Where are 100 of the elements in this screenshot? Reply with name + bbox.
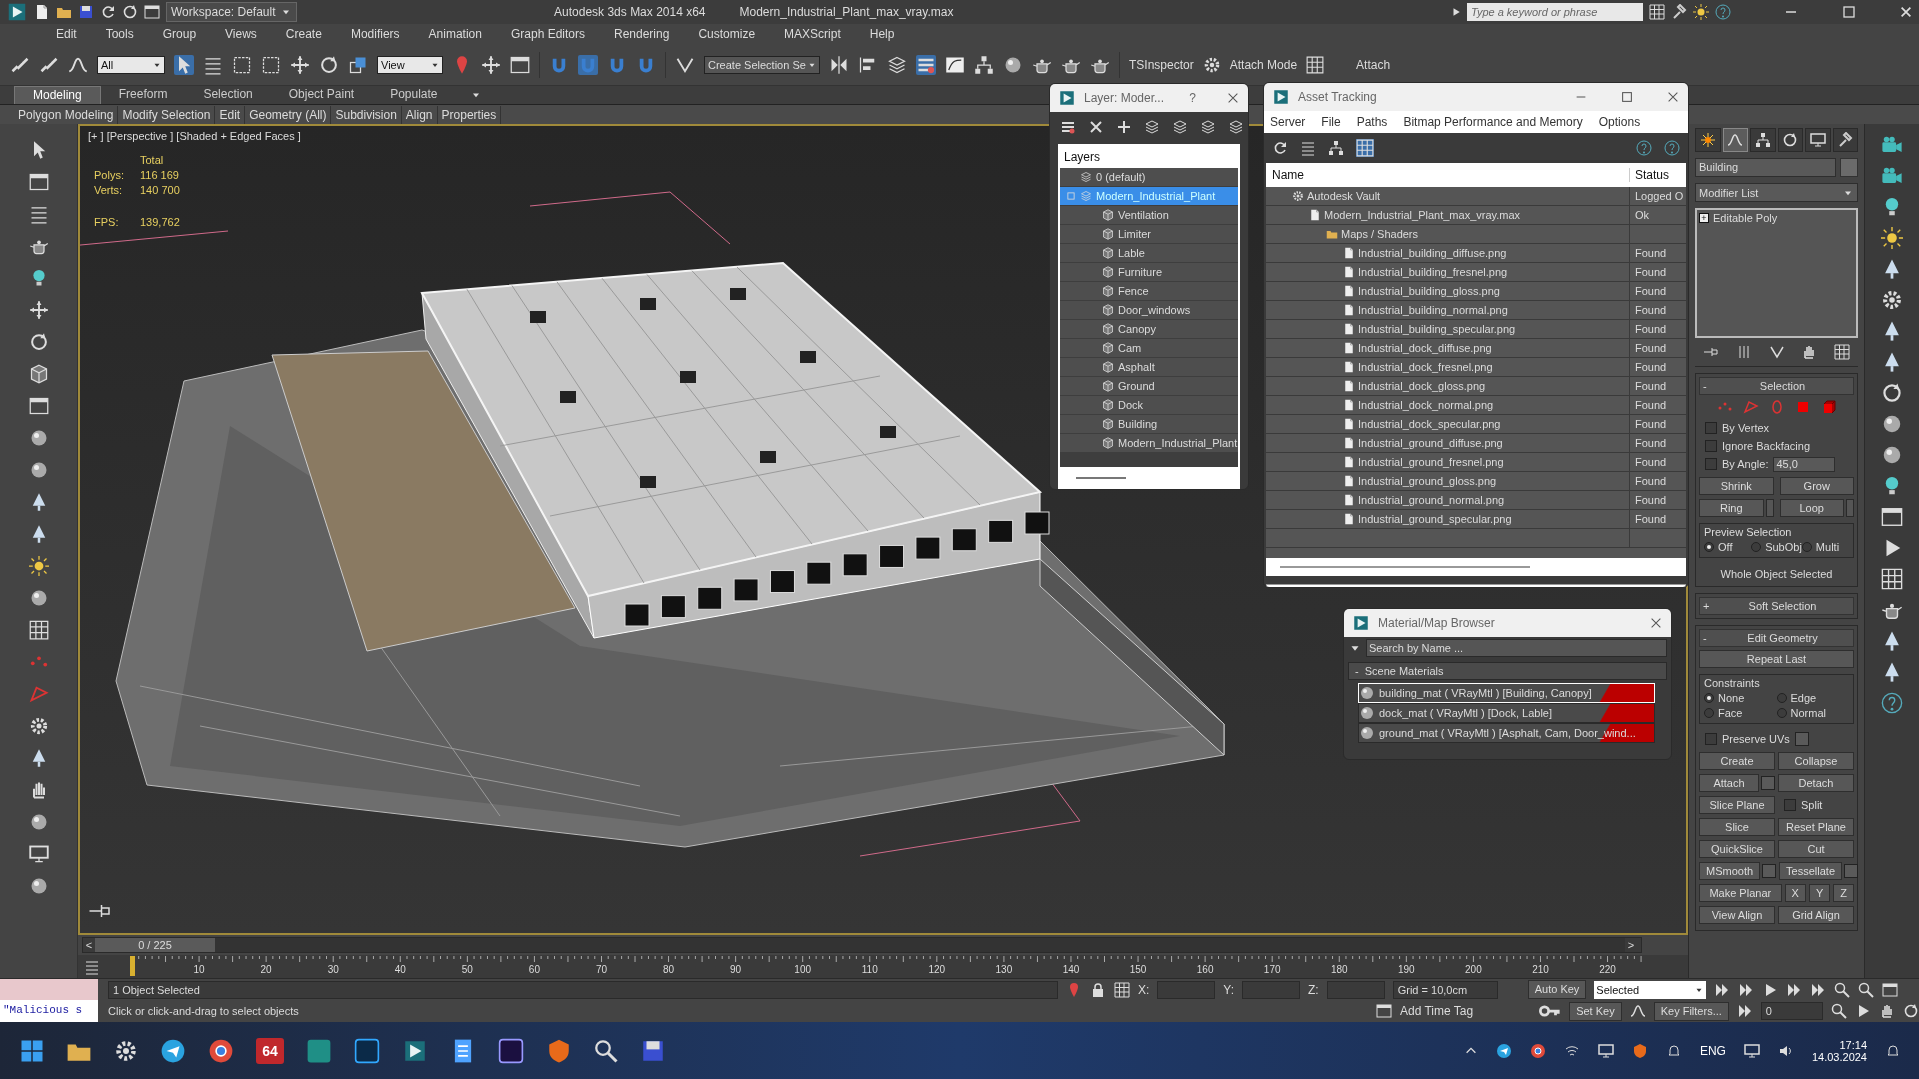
geometry-button[interactable]: Make Planar <box>1699 884 1782 902</box>
layer-row[interactable]: Limiter <box>1060 225 1238 244</box>
menu-item[interactable]: Animation <box>428 27 482 41</box>
layer-row[interactable]: 0 (default) <box>1060 168 1238 187</box>
menu-item[interactable]: Rendering <box>614 27 670 41</box>
viewport-label[interactable]: [+ ] [Perspective ] [Shaded + Edged Faces ] <box>88 130 301 142</box>
rollout-header[interactable]: - Selection <box>1699 377 1854 395</box>
selection-button[interactable]: Loop <box>1779 499 1844 517</box>
menu-item[interactable]: Group <box>162 27 197 41</box>
asset-row[interactable]: Industrial_dock_gloss.png Found <box>1266 377 1686 396</box>
ribbon-panel[interactable]: Polygon Modeling <box>14 105 119 124</box>
asset-row[interactable]: Industrial_building_specular.png Found <box>1266 320 1686 339</box>
rollout-header[interactable]: + Soft Selection <box>1699 597 1854 615</box>
menu-item[interactable]: Tools <box>105 27 134 41</box>
asset-row[interactable]: Industrial_ground_diffuse.png Found <box>1266 434 1686 453</box>
ribbon-panel[interactable]: Align <box>401 105 438 124</box>
asset-row[interactable]: Industrial_ground_normal.png Found <box>1266 491 1686 510</box>
menu-item[interactable]: Create <box>285 27 322 41</box>
auto-key-button[interactable]: Auto Key <box>1527 980 1587 999</box>
geometry-button[interactable]: Grid Align <box>1778 906 1854 924</box>
geometry-button[interactable]: Slice <box>1699 818 1775 836</box>
menu-item[interactable]: Options <box>1598 115 1641 129</box>
selection-button[interactable]: Grow <box>1779 477 1854 495</box>
column-header[interactable]: Name <box>1266 168 1629 182</box>
column-header[interactable]: Status <box>1629 168 1686 182</box>
app-tile[interactable]: 64 <box>256 1037 284 1064</box>
geometry-button[interactable]: Z <box>1833 884 1854 902</box>
menu-item[interactable]: Views <box>225 27 257 41</box>
layer-row[interactable]: Lable <box>1060 244 1238 263</box>
geometry-button[interactable]: Detach <box>1778 774 1854 792</box>
asset-row[interactable]: Industrial_dock_diffuse.png Found <box>1266 339 1686 358</box>
reference-coord-dropdown[interactable]: View <box>377 56 443 74</box>
asset-row[interactable]: Industrial_building_normal.png Found <box>1266 301 1686 320</box>
layer-row[interactable]: Asphalt <box>1060 358 1238 377</box>
geometry-button[interactable]: Slice Plane <box>1699 796 1775 814</box>
script-listener-field[interactable]: "Malicious s <box>0 1000 98 1022</box>
geometry-button[interactable]: Collapse <box>1778 752 1854 770</box>
asset-row[interactable]: Industrial_building_gloss.png Found <box>1266 282 1686 301</box>
asset-row[interactable]: Modern_Industrial_Plant_max_vray.max Ok <box>1266 206 1686 225</box>
menu-item[interactable]: Paths <box>1356 115 1388 129</box>
time-slider-thumb[interactable]: 0 / 225 <box>95 938 215 952</box>
asset-row[interactable]: Industrial_building_diffuse.png Found <box>1266 244 1686 263</box>
group-header[interactable]: - Scene Materials <box>1348 662 1667 680</box>
selection-filter-dropdown[interactable]: All <box>97 56 165 74</box>
layer-row[interactable]: Dock <box>1060 396 1238 415</box>
toolbar-label[interactable]: TSInspector <box>1129 58 1194 72</box>
material-item[interactable]: dock_mat ( VRayMtl ) [Dock, Lable] <box>1358 703 1655 723</box>
menu-item[interactable]: Graph Editors <box>510 27 585 41</box>
asset-row[interactable]: Industrial_building_fresnel.png Found <box>1266 263 1686 282</box>
asset-row[interactable]: Industrial_ground_specular.png Found <box>1266 510 1686 529</box>
material-item[interactable]: building_mat ( VRayMtl ) [Building, Canopy] <box>1358 683 1655 703</box>
key-filters-button[interactable]: Key Filters... <box>1653 1001 1729 1021</box>
menu-item[interactable]: Customize <box>698 27 756 41</box>
slider-next-button[interactable]: > <box>1625 939 1637 951</box>
asset-row[interactable]: Autodesk Vault Logged O <box>1266 187 1686 206</box>
geometry-button[interactable]: MSmooth <box>1699 862 1761 880</box>
geometry-button[interactable]: View Align <box>1699 906 1775 924</box>
selection-set-dropdown[interactable]: Create Selection Se <box>704 56 820 74</box>
key-mode-dropdown[interactable]: Selected <box>1594 980 1707 999</box>
material-item[interactable]: ground_mat ( VRayMtl ) [Asphalt, Cam, Door_wind... <box>1358 723 1655 743</box>
selection-button[interactable]: Shrink <box>1699 477 1774 495</box>
modifier-list-dropdown[interactable]: Modifier List <box>1695 183 1858 202</box>
repeat-last-button[interactable]: Repeat Last <box>1699 650 1854 668</box>
ribbon-tab[interactable]: Populate <box>372 86 456 104</box>
ribbon-panel[interactable]: Modify Selection <box>118 105 216 124</box>
menu-item[interactable]: File <box>1321 115 1341 129</box>
asset-row[interactable]: Industrial_dock_fresnel.png Found <box>1266 358 1686 377</box>
geometry-button[interactable]: QuickSlice <box>1699 840 1775 858</box>
menu-item[interactable]: Modifiers <box>350 27 400 41</box>
current-frame-field[interactable]: 0 <box>1760 1002 1823 1020</box>
object-name-field[interactable]: Building <box>1695 158 1836 177</box>
asset-row[interactable]: Industrial_ground_fresnel.png Found <box>1266 453 1686 472</box>
ribbon-tab[interactable]: Modeling <box>14 86 101 104</box>
language-indicator[interactable]: ENG <box>1699 1043 1726 1058</box>
geometry-button[interactable]: Cut <box>1778 840 1854 858</box>
geometry-button[interactable]: Tessellate <box>1779 862 1842 880</box>
layer-row[interactable]: Ground <box>1060 377 1238 396</box>
ribbon-panel[interactable]: Edit <box>215 105 246 124</box>
geometry-button[interactable]: Attach <box>1699 774 1759 792</box>
layer-row[interactable]: Building <box>1060 415 1238 434</box>
toolbar-label[interactable]: Attach <box>1356 58 1391 72</box>
menu-item[interactable]: MAXScript <box>784 27 841 41</box>
layer-row[interactable]: Fence <box>1060 282 1238 301</box>
menu-item[interactable]: Edit <box>56 27 77 41</box>
set-key-button[interactable]: Set Key <box>1569 1001 1622 1021</box>
layer-row[interactable]: Modern_Industrial_Plant <box>1060 434 1238 453</box>
rollout-toggle[interactable]: - <box>1700 632 1712 644</box>
workspace-dropdown[interactable]: Workspace: Default <box>166 2 297 22</box>
geometry-button[interactable]: Y <box>1808 884 1831 902</box>
asset-row[interactable]: Industrial_ground_gloss.png Found <box>1266 472 1686 491</box>
asset-row[interactable]: Industrial_dock_normal.png Found <box>1266 396 1686 415</box>
menu-item[interactable]: Bitmap Performance and Memory <box>1403 115 1583 129</box>
geometry-button[interactable]: Create <box>1699 752 1775 770</box>
menu-item[interactable]: Server <box>1270 115 1306 129</box>
layer-row[interactable]: Furniture <box>1060 263 1238 282</box>
clock-date[interactable]: 14.03.2024 <box>1811 1050 1867 1063</box>
expand-toggle[interactable]: + <box>1699 213 1709 223</box>
clock-time[interactable]: 17:14 <box>1839 1038 1867 1051</box>
angle-field[interactable]: 45,0 <box>1773 456 1836 472</box>
ribbon-tab[interactable]: Freeform <box>100 86 186 104</box>
